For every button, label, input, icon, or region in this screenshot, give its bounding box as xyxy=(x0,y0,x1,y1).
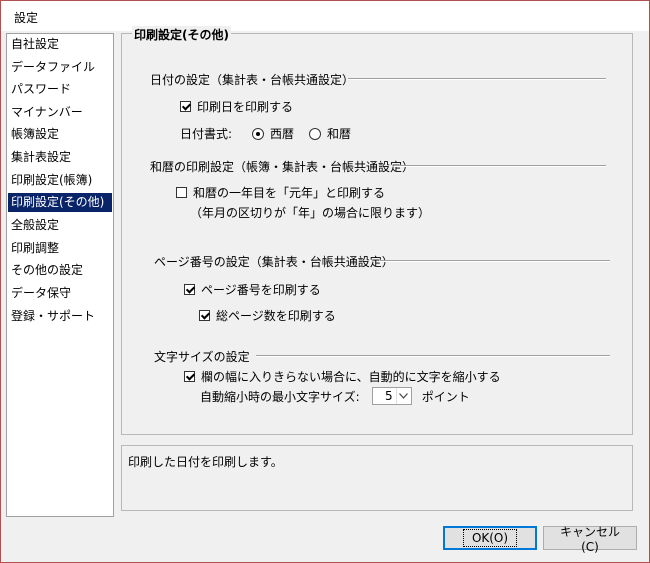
date-group-divider xyxy=(348,78,606,80)
sidebar-item-my-number[interactable]: マイナンバー xyxy=(8,103,112,122)
min-size-label: 自動縮小時の最小文字サイズ: xyxy=(200,389,360,404)
description-box: 印刷した日付を印刷します。 xyxy=(121,445,633,511)
min-size-value: 5 xyxy=(385,389,393,403)
sidebar-item-password[interactable]: パスワード xyxy=(8,80,112,99)
sidebar-item-data-file[interactable]: データファイル xyxy=(8,58,112,77)
shrink-label: 欄の幅に入りきらない場合に、自動的に文字を縮小する xyxy=(201,370,501,384)
print-date-check[interactable] xyxy=(180,101,191,112)
ok-button[interactable]: OK(O) xyxy=(443,526,537,550)
radio-western-label: 西暦 xyxy=(270,127,295,141)
sidebar-item-summary[interactable]: 集計表設定 xyxy=(8,148,112,167)
era-group-label: 和暦の印刷設定（帳簿・集計表・台帳共通設定） xyxy=(150,160,415,174)
sidebar-item-print-other[interactable]: 印刷設定(その他) xyxy=(8,193,112,212)
sidebar-item-ledger[interactable]: 帳簿設定 xyxy=(8,125,112,144)
date-format-label: 日付書式: xyxy=(180,127,233,141)
page-group-label: ページ番号の設定（集計表・台帳共通設定） xyxy=(154,255,394,269)
font-group-label: 文字サイズの設定 xyxy=(154,350,250,364)
panel-title: 印刷設定(その他) xyxy=(132,26,231,43)
print-total-checkbox[interactable]: 総ページ数を印刷する xyxy=(199,307,336,324)
sidebar-item-other[interactable]: その他の設定 xyxy=(8,261,112,280)
sidebar-item-print-ledger[interactable]: 印刷設定(帳簿) xyxy=(8,171,112,190)
settings-panel: 印刷設定(その他) 日付の設定（集計表・台帳共通設定） 印刷日を印刷する 日付書… xyxy=(121,26,633,435)
settings-window: 設定 自社設定 データファイル パスワード マイナンバー 帳簿設定 集計表設定 … xyxy=(0,0,650,563)
ok-button-label: OK(O) xyxy=(462,529,518,547)
sidebar-item-maintenance[interactable]: データ保守 xyxy=(8,284,112,303)
font-group-divider xyxy=(256,355,610,357)
cancel-button-label: キャンセル(C) xyxy=(559,524,620,554)
radio-japanese-dot[interactable] xyxy=(309,127,321,140)
era-group-divider xyxy=(394,165,606,167)
window-title: 設定 xyxy=(14,11,39,25)
description-text: 印刷した日付を印刷します。 xyxy=(128,455,283,469)
radio-japanese[interactable]: 和暦 xyxy=(309,125,351,142)
print-total-check[interactable] xyxy=(199,310,210,321)
sidebar-item-support[interactable]: 登録・サポート xyxy=(8,307,112,326)
page-group-divider xyxy=(380,260,610,262)
date-group-label: 日付の設定（集計表・台帳共通設定） xyxy=(150,73,355,87)
print-page-check[interactable] xyxy=(184,284,195,295)
print-date-label: 印刷日を印刷する xyxy=(197,100,294,114)
radio-japanese-label: 和暦 xyxy=(327,127,352,141)
era-note: （年月の区切りが「年」の場合に限ります） xyxy=(190,206,431,220)
first-year-checkbox[interactable]: 和暦の一年目を「元年」と印刷する xyxy=(176,184,385,201)
cancel-button[interactable]: キャンセル(C) xyxy=(543,525,637,554)
radio-western[interactable]: 西暦 xyxy=(252,125,294,142)
print-page-checkbox[interactable]: ページ番号を印刷する xyxy=(184,281,321,298)
min-size-unit: ポイント xyxy=(421,389,470,404)
sidebar-item-print-adjust[interactable]: 印刷調整 xyxy=(8,239,112,258)
min-size-select[interactable]: 5 xyxy=(371,387,412,405)
print-total-label: 総ページ数を印刷する xyxy=(216,309,336,323)
print-date-checkbox[interactable]: 印刷日を印刷する xyxy=(180,98,293,115)
shrink-check[interactable] xyxy=(184,371,195,382)
settings-sidebar: 自社設定 データファイル パスワード マイナンバー 帳簿設定 集計表設定 印刷設… xyxy=(6,33,114,517)
sidebar-item-general[interactable]: 全般設定 xyxy=(8,216,112,235)
chevron-down-icon[interactable] xyxy=(395,388,411,404)
radio-western-dot[interactable] xyxy=(252,127,264,140)
first-year-label: 和暦の一年目を「元年」と印刷する xyxy=(193,186,386,200)
min-size-row: 自動縮小時の最小文字サイズ: 5 ポイント xyxy=(200,387,470,405)
title-bar[interactable]: 設定 xyxy=(1,1,649,31)
sidebar-item-company[interactable]: 自社設定 xyxy=(8,35,112,54)
print-page-label: ページ番号を印刷する xyxy=(201,283,321,297)
shrink-checkbox[interactable]: 欄の幅に入りきらない場合に、自動的に文字を縮小する xyxy=(184,368,501,385)
first-year-check[interactable] xyxy=(176,187,187,198)
